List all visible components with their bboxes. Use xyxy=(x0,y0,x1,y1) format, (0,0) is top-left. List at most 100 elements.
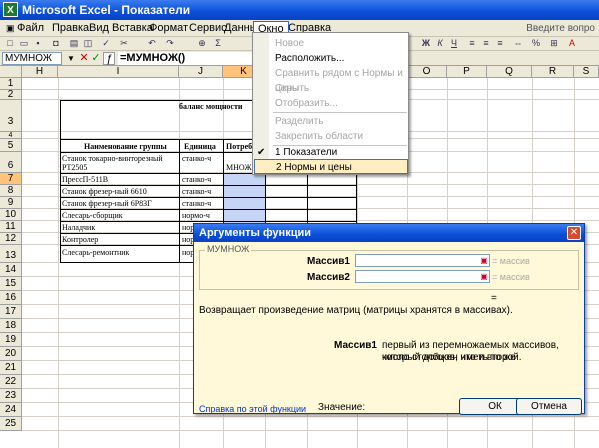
col-header-q[interactable]: Q xyxy=(487,66,532,78)
row-name: Станок фрезер-ный 6Р83Г xyxy=(62,199,152,208)
row-name: Станок токарно-винторезный xyxy=(62,154,163,163)
currency-icon[interactable]: % xyxy=(530,38,542,49)
close-icon[interactable]: ✕ xyxy=(567,226,581,240)
row-header-19[interactable]: 19 xyxy=(0,333,22,347)
menu-item-arrange[interactable]: Расположить... xyxy=(275,51,405,66)
row-name-2: РТ2505 xyxy=(62,163,88,172)
enter-icon[interactable]: ✓ xyxy=(90,52,102,65)
excel-logo-icon: X xyxy=(3,2,18,17)
header-group: Наименование группы xyxy=(84,142,167,151)
row-name: ПрессП-511В xyxy=(62,175,109,184)
name-box-dropdown-icon[interactable]: ▼ xyxy=(66,52,76,65)
name-box[interactable]: МУМНОЖ xyxy=(2,52,62,65)
row-header-15[interactable]: 15 xyxy=(0,277,22,291)
help-on-function-link[interactable]: Справка по этой функции xyxy=(199,404,306,414)
row-unit: станко-ч xyxy=(182,199,212,208)
italic-icon[interactable]: К xyxy=(434,38,446,49)
col-header-o[interactable]: O xyxy=(407,66,447,78)
print-icon[interactable]: ▤ xyxy=(68,38,80,49)
row-header-10[interactable]: 10 xyxy=(0,209,22,221)
window-menu-dropdown: Новое Расположить... Сравнить рядом с Но… xyxy=(252,32,409,175)
border-icon[interactable]: ⊞ xyxy=(548,38,560,49)
align-left-icon[interactable]: ≡ xyxy=(466,38,478,49)
menu-file[interactable]: Файл xyxy=(13,21,48,36)
row-header-21[interactable]: 21 xyxy=(0,361,22,375)
function-arguments-dialog: Аргументы функции ✕ МУМНОЖ Массив1 ▣ = м… xyxy=(193,223,585,415)
row-unit: станко-ч xyxy=(182,187,212,196)
row-header-7[interactable]: 7 xyxy=(0,173,22,185)
save-icon[interactable]: ▪ xyxy=(32,38,44,49)
permission-icon[interactable]: ◘ xyxy=(50,38,62,49)
arg2-label: Массив2 xyxy=(307,272,350,283)
checkmark-icon: ✔ xyxy=(257,147,266,158)
preview-icon[interactable]: ◫ xyxy=(82,38,94,49)
row-header-22[interactable]: 22 xyxy=(0,375,22,389)
hyperlink-icon[interactable]: ⊕ xyxy=(196,38,208,49)
cancel-button[interactable]: Отмена xyxy=(516,398,582,415)
row-header-12[interactable]: 12 xyxy=(0,233,22,245)
param-description-line2: число столбцов, что и второй. xyxy=(382,352,522,363)
menu-item-window-1[interactable]: 1 Показатели xyxy=(275,145,405,160)
col-header-r[interactable]: R xyxy=(532,66,574,78)
bold-icon[interactable]: Ж xyxy=(420,38,432,49)
new-icon[interactable]: □ xyxy=(4,38,16,49)
row-header-20[interactable]: 20 xyxy=(0,347,22,361)
row-header-2[interactable]: 2 xyxy=(0,90,22,100)
row-header-11[interactable]: 11 xyxy=(0,221,22,233)
cut-icon[interactable]: ✂ xyxy=(118,38,130,49)
row-header-25[interactable]: 25 xyxy=(0,417,22,431)
collapse-dialog-icon[interactable]: ▣ xyxy=(478,271,490,282)
group-label: МУМНОЖ xyxy=(205,244,252,254)
array2-input[interactable] xyxy=(355,270,490,283)
row-header-14[interactable]: 14 xyxy=(0,263,22,277)
row-header-23[interactable]: 23 xyxy=(0,389,22,403)
arg2-value: = массив xyxy=(492,272,530,282)
select-all-corner[interactable] xyxy=(0,66,22,78)
window-title: Microsoft Excel - Показатели xyxy=(22,3,191,17)
row-name: Слесарь-сборщик xyxy=(62,211,123,220)
col-header-p[interactable]: P xyxy=(447,66,487,78)
font-color-icon[interactable]: A xyxy=(566,38,578,49)
ask-question-box[interactable]: Введите вопро xyxy=(526,21,595,36)
menu-item-split: Разделить xyxy=(275,116,324,127)
autosum-icon[interactable]: Σ xyxy=(212,38,224,49)
row-header-8[interactable]: 8 xyxy=(0,185,22,197)
row-header-18[interactable]: 18 xyxy=(0,319,22,333)
table-title: баланс мощности xyxy=(179,102,243,111)
menu-item-window-2[interactable]: 2 Нормы и цены xyxy=(254,159,408,174)
row-header-6[interactable]: 6 xyxy=(0,152,22,173)
row-header-4[interactable]: 4 xyxy=(0,132,22,139)
col-header-h[interactable]: H xyxy=(22,66,58,78)
array1-input[interactable] xyxy=(355,254,490,267)
redo-icon[interactable]: ↷ xyxy=(164,38,176,49)
arguments-group: МУМНОЖ Массив1 ▣ = массив Массив2 ▣ = ма… xyxy=(199,244,579,290)
row-name: Слесарь-ремонтник xyxy=(62,248,130,257)
collapse-dialog-icon[interactable]: ▣ xyxy=(478,255,490,266)
col-header-i[interactable]: I xyxy=(58,66,179,78)
align-right-icon[interactable]: ≡ xyxy=(494,38,506,49)
menu-item-hide: Скрыть xyxy=(275,83,310,94)
header-unit: Единица xyxy=(184,142,216,151)
row-header-24[interactable]: 24 xyxy=(0,403,22,417)
undo-icon[interactable]: ↶ xyxy=(146,38,158,49)
row-header-13[interactable]: 13 xyxy=(0,245,22,263)
result-equals: = xyxy=(491,293,497,304)
row-header-5[interactable]: 5 xyxy=(0,139,22,152)
row-header-16[interactable]: 16 xyxy=(0,291,22,305)
open-icon[interactable]: ▭ xyxy=(18,38,30,49)
row-header-17[interactable]: 17 xyxy=(0,305,22,319)
menu-item-compare-side-by-side: Сравнить рядом с Нормы и цены xyxy=(275,68,403,94)
row-unit: станко-ч xyxy=(182,154,212,163)
row-header-3[interactable]: 3 xyxy=(0,100,22,132)
merge-icon[interactable]: ⇔ xyxy=(512,38,524,49)
cancel-icon[interactable]: ✕ xyxy=(78,52,90,65)
menu-item-unhide: Отобразить... xyxy=(275,98,338,109)
row-header-9[interactable]: 9 xyxy=(0,197,22,209)
spell-icon[interactable]: ✓ xyxy=(100,38,112,49)
underline-icon[interactable]: Ч xyxy=(448,38,460,49)
col-header-s[interactable]: S xyxy=(574,66,599,78)
align-center-icon[interactable]: ≡ xyxy=(480,38,492,49)
row-name: Станок фрезер-ный 6610 xyxy=(62,187,147,196)
col-header-j[interactable]: J xyxy=(179,66,223,78)
insert-function-icon[interactable]: ƒ xyxy=(103,52,115,65)
